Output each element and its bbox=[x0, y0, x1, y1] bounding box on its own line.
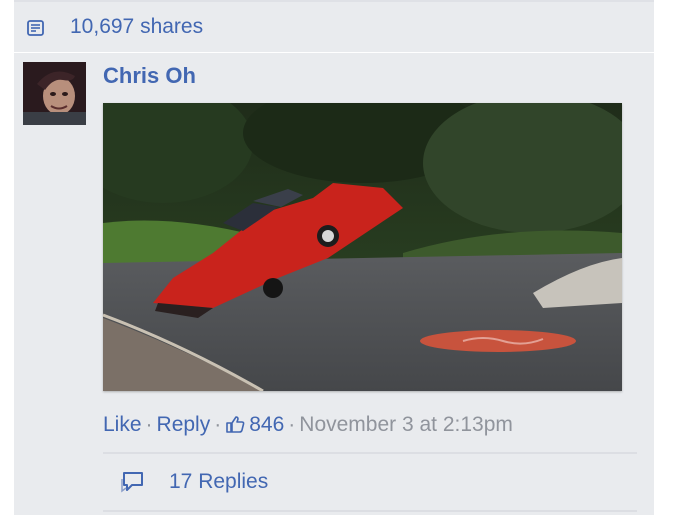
replies-count[interactable]: 17 Replies bbox=[169, 470, 268, 494]
like-count[interactable]: 846 bbox=[245, 413, 284, 436]
shares-row[interactable]: 10,697 shares bbox=[14, 0, 654, 53]
comment-timestamp[interactable]: November 3 at 2:13pm bbox=[299, 413, 513, 436]
like-link[interactable]: Like bbox=[103, 413, 142, 436]
comment-actions: Like · Reply · 846 · November 3 at 2:13pm bbox=[103, 413, 513, 443]
replies-row[interactable]: 17 Replies bbox=[103, 452, 637, 512]
separator-dot: · bbox=[145, 413, 153, 436]
avatar[interactable] bbox=[23, 62, 86, 125]
separator-dot: · bbox=[214, 413, 222, 436]
comment-photo[interactable] bbox=[103, 103, 622, 391]
comment-author[interactable]: Chris Oh bbox=[103, 63, 196, 89]
replies-bubble-icon bbox=[121, 470, 147, 494]
separator-dot: · bbox=[288, 413, 296, 436]
reply-link[interactable]: Reply bbox=[157, 413, 211, 436]
thumbs-up-icon[interactable] bbox=[225, 415, 245, 433]
share-list-icon bbox=[26, 18, 46, 38]
shares-count[interactable]: 10,697 shares bbox=[70, 15, 203, 39]
